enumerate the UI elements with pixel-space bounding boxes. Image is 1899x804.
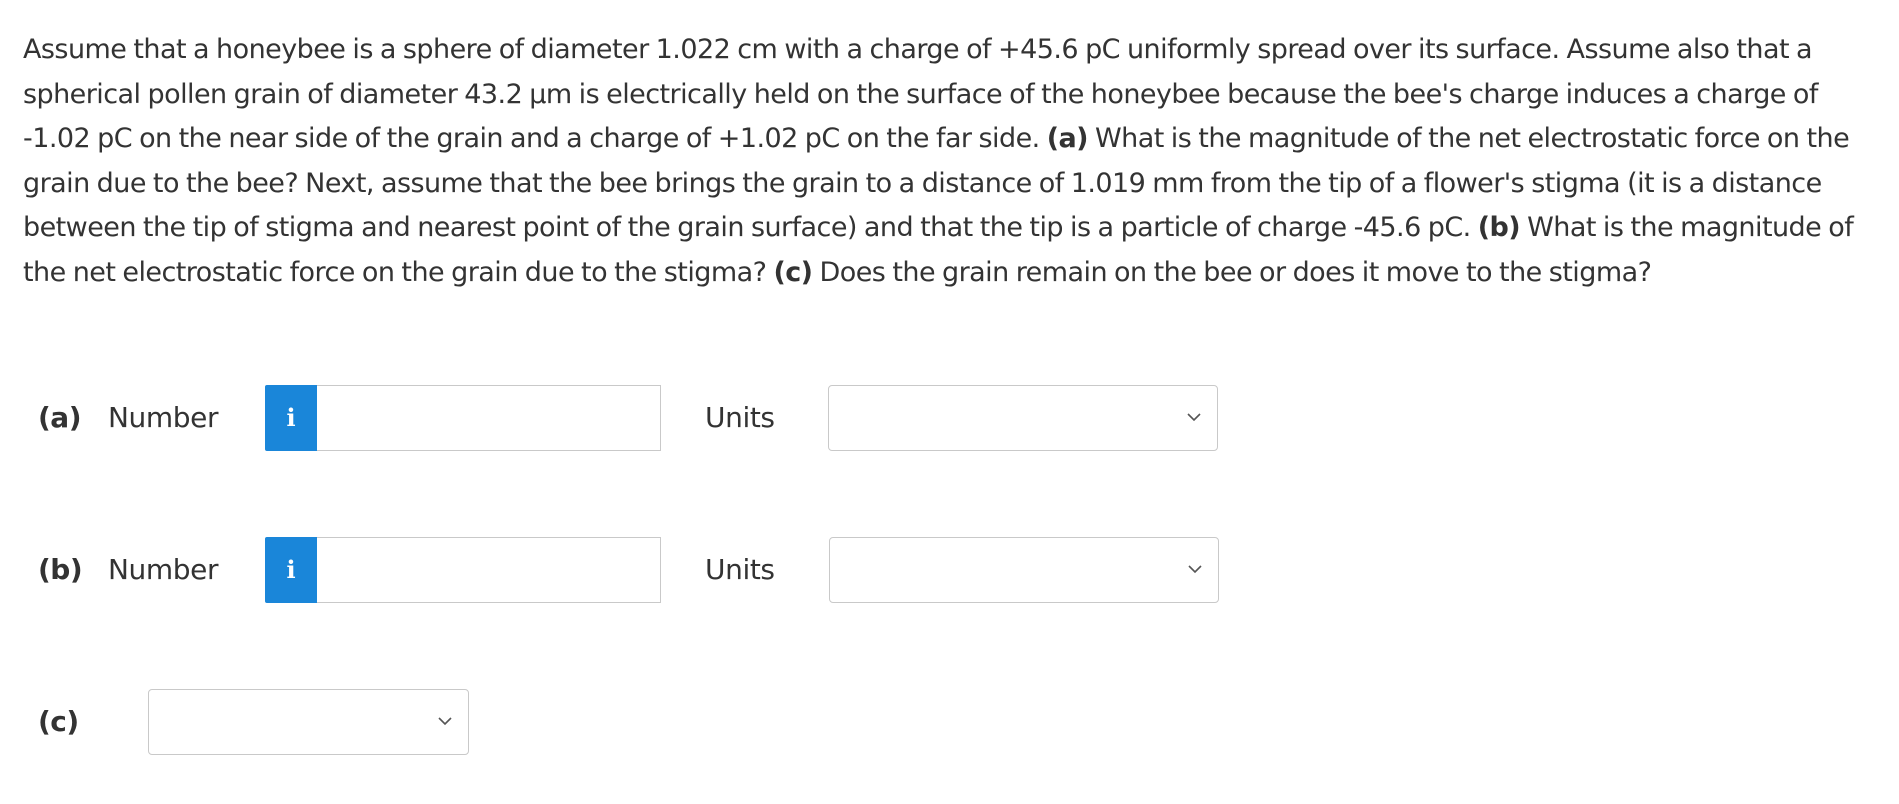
part-b-info-button[interactable]: i: [265, 537, 317, 603]
part-a-units-label: Units: [705, 401, 775, 434]
part-b-units-select[interactable]: [829, 537, 1219, 603]
part-b-number-label: Number: [108, 553, 219, 586]
question-part-c-marker: (c): [773, 256, 813, 288]
part-b-label: (b): [38, 553, 83, 586]
question-part-c-text: Does the grain remain on the bee or does…: [819, 256, 1652, 288]
part-c-label: (c): [38, 705, 79, 738]
part-b-units-label: Units: [705, 553, 775, 586]
info-icon: i: [286, 403, 296, 432]
part-c-select[interactable]: [148, 689, 469, 755]
question-text: Assume that a honeybee is a sphere of di…: [23, 28, 1883, 295]
question-part-a-marker: (a): [1046, 123, 1089, 154]
part-a-number-label: Number: [108, 401, 219, 434]
part-a-label: (a): [38, 401, 82, 434]
chevron-down-icon: [1187, 413, 1201, 422]
part-a-info-button[interactable]: i: [265, 385, 317, 451]
answer-row-b: (b) Number i Units: [0, 537, 1250, 603]
chevron-down-icon: [1188, 565, 1202, 574]
part-b-number-input[interactable]: [317, 537, 661, 603]
info-icon: i: [286, 555, 296, 584]
question-part-b-marker: (b): [1477, 212, 1521, 243]
answer-row-c: (c): [0, 689, 600, 755]
part-a-units-select[interactable]: [828, 385, 1218, 451]
part-a-number-input[interactable]: [317, 385, 661, 451]
answer-row-a: (a) Number i Units: [0, 385, 1250, 451]
chevron-down-icon: [438, 717, 452, 726]
